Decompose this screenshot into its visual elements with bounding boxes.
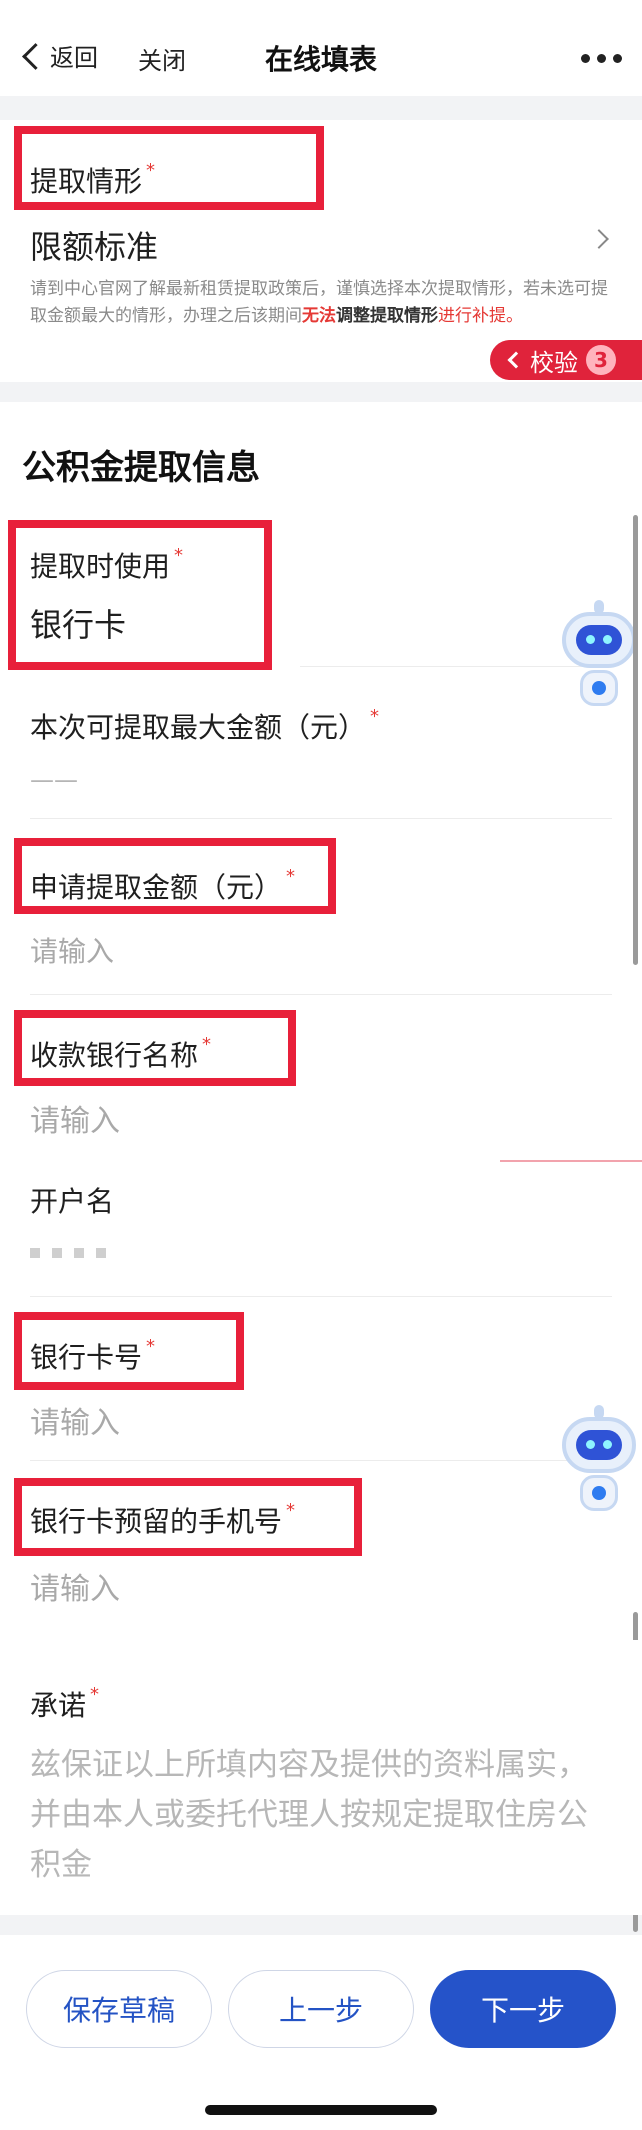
withdraw-info-section bbox=[0, 402, 642, 1642]
max-amount-label: 本次可提取最大金额（元） * bbox=[30, 706, 380, 744]
chevron-left-icon bbox=[507, 351, 525, 369]
next-step-button[interactable]: 下一步 bbox=[430, 1970, 616, 2048]
divider bbox=[30, 1296, 612, 1297]
page-title: 在线填表 bbox=[264, 43, 377, 76]
withdraw-situation-select[interactable]: 限额标准 bbox=[30, 222, 158, 268]
top-nav-bar: 返回 关闭 在线填表 bbox=[0, 0, 642, 96]
pledge-label: 承诺 * bbox=[30, 1684, 100, 1722]
assistant-robot-icon[interactable] bbox=[556, 1405, 642, 1515]
withdraw-situation-label: 提取情形 * bbox=[30, 160, 156, 198]
max-amount-value: —— bbox=[30, 766, 78, 794]
assistant-robot-icon[interactable] bbox=[556, 600, 642, 710]
bank-name-input[interactable]: 请输入 bbox=[30, 1096, 120, 1140]
more-options-icon[interactable] bbox=[581, 54, 622, 63]
divider bbox=[30, 1460, 612, 1461]
payment-method-label: 提取时使用 * bbox=[30, 545, 184, 583]
apply-amount-input[interactable]: 请输入 bbox=[30, 930, 114, 970]
save-draft-button[interactable]: 保存草稿 bbox=[26, 1970, 212, 2048]
withdraw-policy-note: 请到中心官网了解最新租赁提取政策后，谨慎选择本次提取情形，若未选可提取金额最大的… bbox=[30, 279, 608, 326]
divider bbox=[30, 818, 612, 819]
card-number-input[interactable]: 请输入 bbox=[30, 1398, 120, 1442]
phone-label: 银行卡预留的手机号 * bbox=[30, 1500, 296, 1538]
verify-count-badge: 3 bbox=[586, 345, 616, 375]
phone-input[interactable]: 请输入 bbox=[30, 1564, 120, 1608]
section-title: 公积金提取信息 bbox=[22, 448, 260, 488]
apply-amount-label: 申请提取金额（元） * bbox=[30, 866, 296, 904]
divider bbox=[500, 1160, 642, 1162]
scrollbar[interactable] bbox=[633, 515, 638, 965]
account-holder-label: 开户名 bbox=[30, 1185, 115, 1218]
verify-button[interactable]: 校验 3 bbox=[490, 340, 642, 380]
bank-name-label: 收款银行名称 * bbox=[30, 1034, 212, 1072]
divider bbox=[30, 994, 612, 995]
previous-step-button[interactable]: 上一步 bbox=[228, 1970, 414, 2048]
card-number-label: 银行卡号 * bbox=[30, 1336, 156, 1374]
home-indicator bbox=[205, 2105, 437, 2115]
account-holder-value bbox=[30, 1248, 106, 1258]
payment-method-value[interactable]: 银行卡 bbox=[30, 600, 126, 646]
pledge-textarea[interactable]: 兹保证以上所填内容及提供的资料属实，并由本人或委托代理人按规定提取住房公积金 bbox=[30, 1740, 600, 1890]
